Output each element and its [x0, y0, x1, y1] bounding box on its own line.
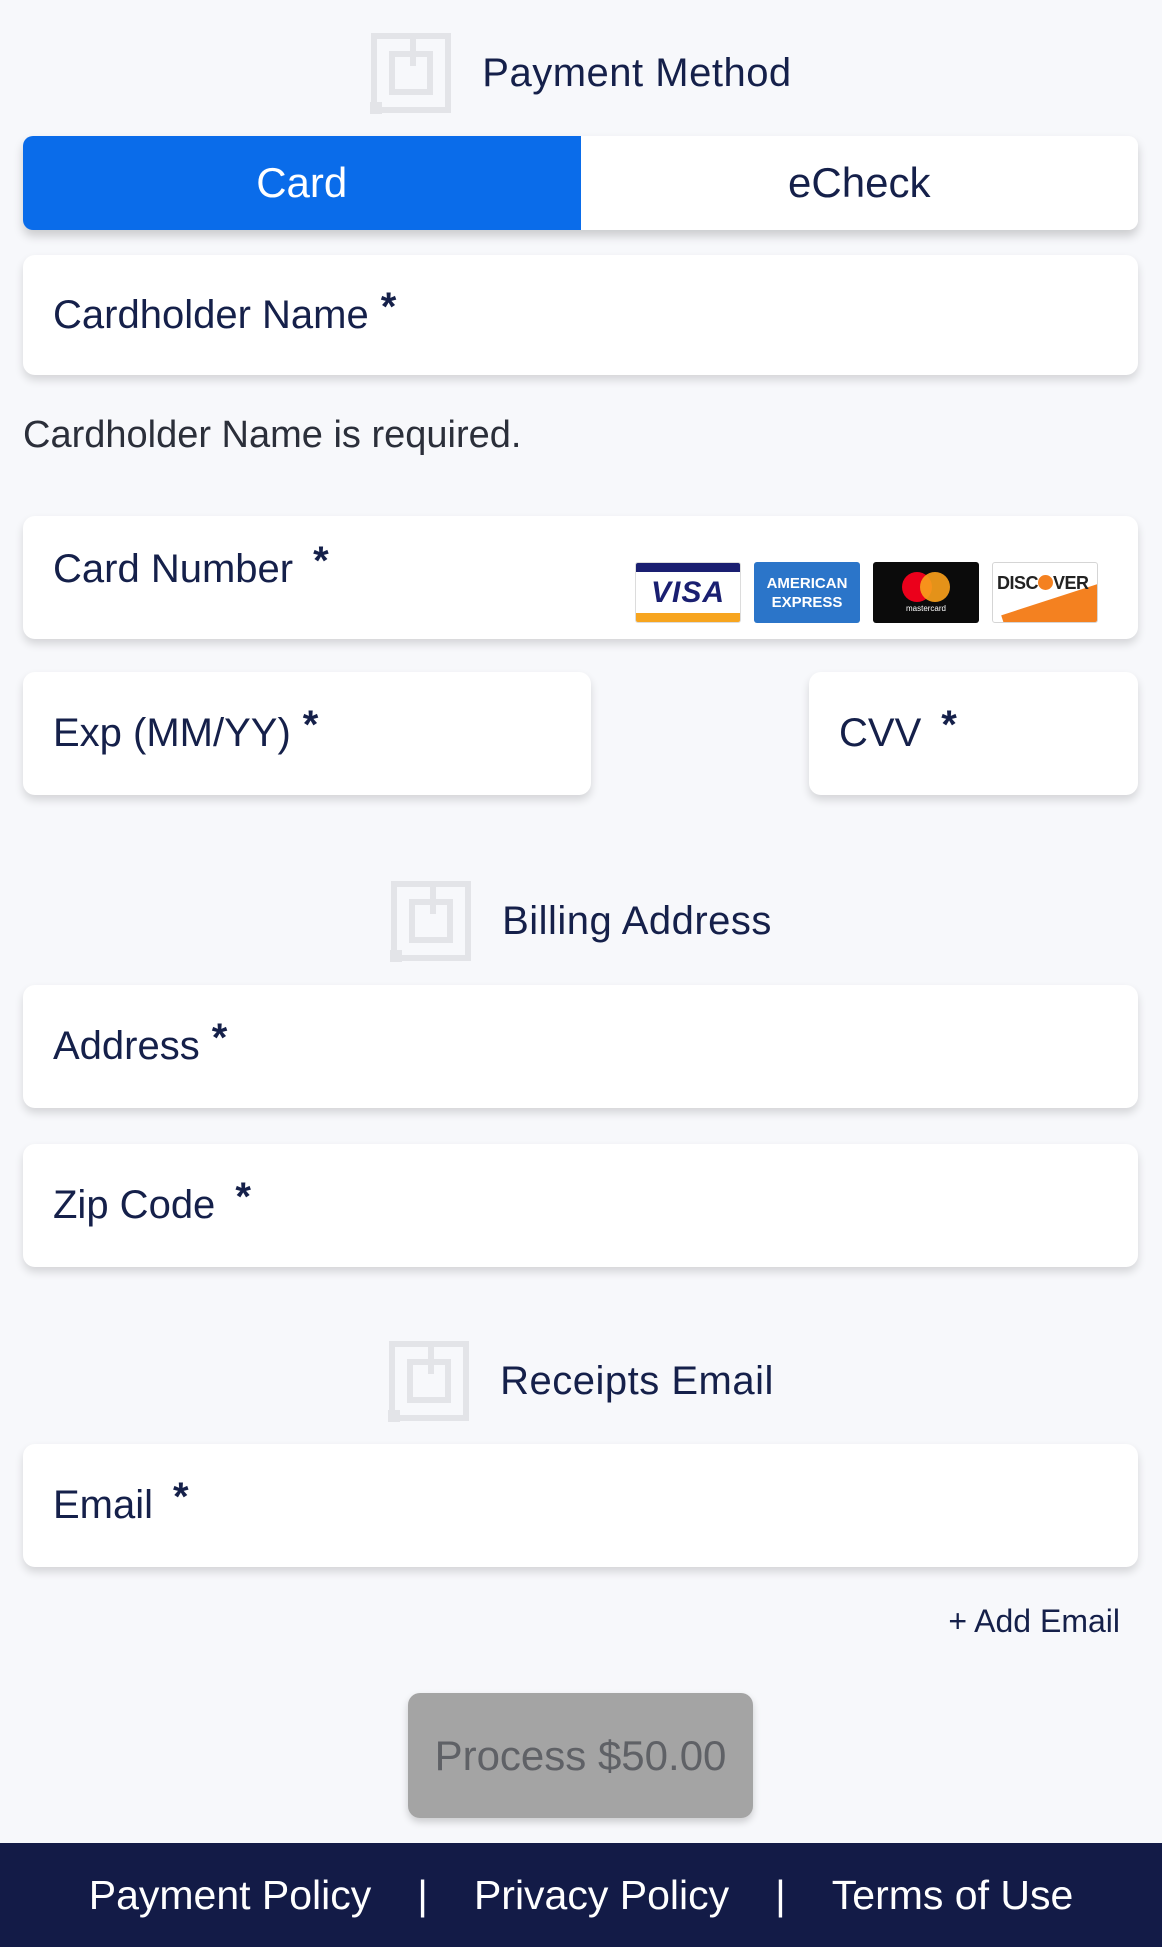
exp-date-label: Exp (MM/YY): [53, 711, 291, 755]
footer-separator: |: [775, 1871, 786, 1918]
billing-address-header: Billing Address: [0, 880, 1162, 962]
terms-of-use-link[interactable]: Terms of Use: [832, 1872, 1074, 1919]
zip-code-label: Zip Code: [53, 1183, 216, 1227]
billing-address-title: Billing Address: [502, 898, 772, 943]
required-marker: *: [211, 1016, 228, 1060]
zip-code-field[interactable]: Zip Code *: [23, 1144, 1138, 1267]
tab-card[interactable]: Card: [23, 136, 581, 230]
receipts-email-title: Receipts Email: [500, 1358, 774, 1403]
address-label: Address: [53, 1024, 200, 1068]
email-label: Email: [53, 1483, 154, 1527]
card-number-field[interactable]: Card Number * VISA AMERICAN EXPRESS mast…: [23, 516, 1138, 639]
footer: Payment Policy | Privacy Policy | Terms …: [0, 1843, 1162, 1947]
required-marker: *: [380, 284, 397, 329]
privacy-policy-link[interactable]: Privacy Policy: [474, 1872, 729, 1919]
discover-logo-icon: DISC VER: [992, 562, 1098, 623]
cardholder-name-error: Cardholder Name is required.: [23, 414, 522, 456]
form-section-icon: [390, 880, 472, 962]
mastercard-logo-icon: mastercard: [873, 562, 979, 623]
process-payment-button[interactable]: Process $50.00: [408, 1693, 753, 1818]
form-section-icon: [370, 32, 452, 114]
exp-date-field[interactable]: Exp (MM/YY) *: [23, 672, 591, 795]
payment-type-tabs: Card eCheck: [23, 136, 1138, 230]
tab-echeck[interactable]: eCheck: [580, 136, 1138, 230]
receipts-email-header: Receipts Email: [0, 1340, 1162, 1422]
amex-logo-icon: AMERICAN EXPRESS: [754, 562, 860, 623]
required-marker: *: [302, 703, 319, 747]
email-field[interactable]: Email *: [23, 1444, 1138, 1567]
cardholder-name-label: Cardholder Name: [53, 292, 369, 337]
card-number-label: Card Number: [53, 547, 294, 591]
cvv-field[interactable]: CVV *: [809, 672, 1138, 795]
required-marker: *: [941, 703, 957, 747]
card-brand-logos: VISA AMERICAN EXPRESS mastercard DISC VER: [635, 562, 1098, 623]
required-marker: *: [173, 1475, 189, 1519]
visa-logo-icon: VISA: [635, 562, 741, 623]
cardholder-name-field[interactable]: Cardholder Name *: [23, 255, 1138, 375]
payment-method-title: Payment Method: [482, 50, 792, 95]
payment-policy-link[interactable]: Payment Policy: [89, 1872, 372, 1919]
address-field[interactable]: Address *: [23, 985, 1138, 1108]
add-email-link[interactable]: + Add Email: [948, 1603, 1120, 1640]
footer-separator: |: [417, 1871, 428, 1918]
payment-method-header: Payment Method: [0, 32, 1162, 114]
required-marker: *: [313, 539, 329, 583]
cvv-label: CVV: [839, 711, 922, 755]
form-section-icon: [388, 1340, 470, 1422]
required-marker: *: [235, 1175, 251, 1219]
